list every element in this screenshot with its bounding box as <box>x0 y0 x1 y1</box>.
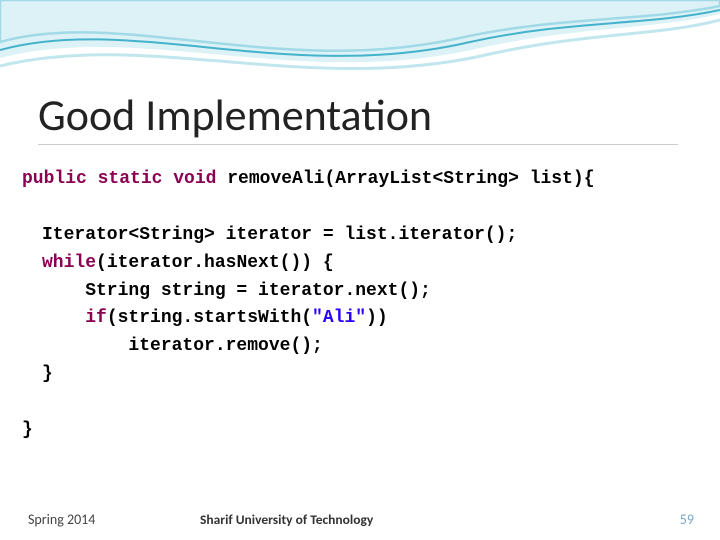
footer-term: Spring 2014 <box>28 511 95 528</box>
code-text: (iterator.hasNext()) { <box>96 253 334 273</box>
footer-institution: Sharif University of Technology <box>200 511 373 528</box>
page-number: 59 <box>680 511 694 528</box>
code-text: } <box>42 364 53 384</box>
decorative-waves <box>0 0 720 100</box>
page-title: Good Implementation <box>38 88 432 142</box>
code-text: removeAli(ArrayList<String> list){ <box>216 169 594 189</box>
code-keyword: while <box>42 253 96 273</box>
title-underline <box>38 144 678 145</box>
code-keyword: if <box>42 308 107 328</box>
footer: Spring 2014 Sharif University of Technol… <box>0 504 720 528</box>
code-text: Iterator<String> iterator = list.iterato… <box>42 225 517 245</box>
code-text: )) <box>366 308 388 328</box>
code-text: (string.startsWith( <box>107 308 312 328</box>
code-keyword: public static void <box>22 169 216 189</box>
code-text: String string = iterator.next(); <box>42 281 431 301</box>
code-text: iterator.remove(); <box>42 336 323 356</box>
code-text: } <box>22 420 33 440</box>
code-block: public static void removeAli(ArrayList<S… <box>22 166 595 445</box>
code-string: "Ali" <box>312 308 366 328</box>
